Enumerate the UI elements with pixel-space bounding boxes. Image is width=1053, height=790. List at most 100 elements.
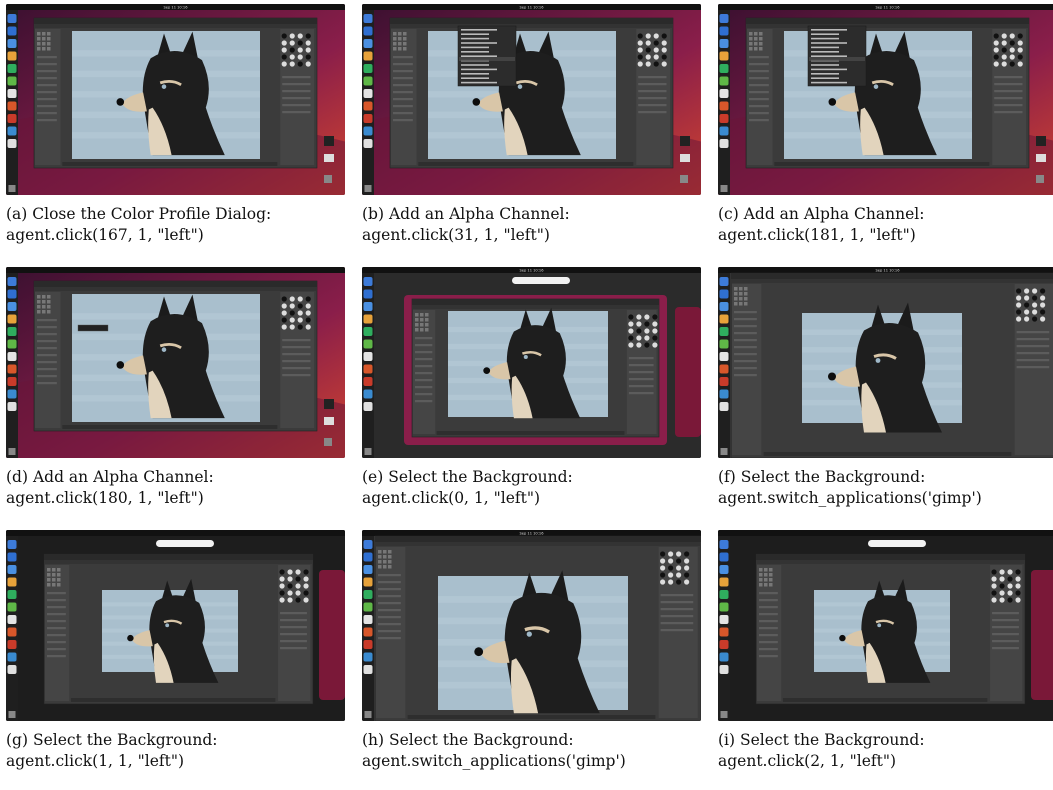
- gimp-titlebar: [44, 554, 313, 560]
- status-bar: [418, 162, 634, 166]
- app-grid-icon: [8, 185, 16, 192]
- gimp-menubar: [34, 24, 317, 28]
- top-bar: [6, 530, 345, 536]
- screenshot-thumbnail: Sep 11 10:16: [362, 530, 701, 721]
- overview-search: [156, 540, 214, 547]
- panel-caption: (c) Add an Alpha Channel: agent.click(181…: [718, 204, 1053, 246]
- dock-app-icon: [7, 302, 17, 311]
- dock-app-icon: [719, 364, 729, 374]
- desktop-file-icon: [1036, 154, 1046, 162]
- dock-app-icon: [719, 615, 729, 624]
- dock-app-icon: [363, 289, 373, 299]
- highlighted-menu-item: [459, 57, 515, 61]
- caption-step: Select the Background:: [388, 468, 573, 486]
- caption-label: (g): [6, 731, 29, 749]
- status-bar: [774, 162, 990, 166]
- dock-app-icon: [7, 277, 17, 286]
- caption-label: (a): [6, 205, 28, 223]
- panel-caption: (f) Select the Background: agent.switch_a…: [718, 467, 1053, 509]
- gimp-menubar: [731, 279, 1053, 283]
- panel-caption: (d) Add an Alpha Channel: agent.click(180…: [6, 467, 345, 509]
- panel-caption: (e) Select the Background: agent.click(0,…: [362, 467, 701, 509]
- clock-text: Sep 11 10:16: [520, 532, 545, 536]
- dock-app-icon: [7, 64, 17, 73]
- dock-app-icon: [719, 665, 729, 674]
- caption-step: Select the Background:: [740, 731, 925, 749]
- gimp-menubar: [412, 305, 659, 309]
- panel-caption: (a) Close the Color Profile Dialog: agent…: [6, 204, 345, 246]
- dock-app-icon: [719, 64, 729, 73]
- dock-app-icon: [7, 289, 17, 299]
- caption-step: Add an Alpha Channel:: [743, 205, 925, 223]
- gimp-titlebar: [746, 18, 1029, 24]
- dock-app-icon: [363, 114, 373, 123]
- status-bar: [763, 452, 1012, 456]
- dock-app-icon: [719, 126, 729, 136]
- dock-app-icon: [719, 89, 729, 98]
- caption-step: Add an Alpha Channel:: [32, 468, 214, 486]
- dock-app-icon: [363, 389, 373, 399]
- screenshot-thumbnail: [718, 530, 1053, 721]
- dock-app-icon: [7, 39, 17, 48]
- caption-step: Close the Color Profile Dialog:: [32, 205, 272, 223]
- gimp-menubar: [756, 560, 1025, 564]
- caption-title: (h) Select the Background:: [362, 730, 701, 751]
- caption-label: (i): [718, 731, 736, 749]
- screenshot-thumbnail: Sep 11 10:16: [362, 4, 701, 195]
- caption-action: agent.click(1, 1, "left"): [6, 752, 185, 770]
- dock-app-icon: [719, 577, 729, 587]
- dock-app-icon: [7, 14, 17, 23]
- dock-app-icon: [7, 389, 17, 399]
- clock-text: Sep 11 10:16: [876, 6, 901, 10]
- toolbox-panel: [732, 284, 762, 455]
- dock-app-icon: [7, 377, 17, 386]
- caption-title: (b) Add an Alpha Channel:: [362, 204, 701, 225]
- dock-app-icon: [719, 39, 729, 48]
- caption-action: agent.switch_applications('gimp'): [718, 489, 982, 507]
- dock-app-icon: [7, 652, 17, 662]
- caption-title: (a) Close the Color Profile Dialog:: [6, 204, 345, 225]
- screenshot-thumbnail: [6, 530, 345, 721]
- app-grid-icon: [720, 185, 728, 192]
- toolbox-panel: [376, 547, 406, 718]
- dock-app-icon: [7, 139, 17, 148]
- dock-app-icon: [363, 89, 373, 98]
- screenshot-thumbnail: [6, 267, 345, 458]
- dock-app-icon: [363, 615, 373, 624]
- dock-app-icon: [363, 76, 373, 86]
- dock-app-icon: [363, 552, 373, 562]
- dock-app-icon: [719, 314, 729, 324]
- tooltip: [77, 324, 109, 332]
- dock-app-icon: [719, 101, 729, 111]
- layer-menu: [807, 25, 867, 87]
- caption-step: Add an Alpha Channel:: [388, 205, 570, 223]
- dock-app-icon: [363, 139, 373, 148]
- status-bar: [62, 425, 278, 429]
- dock-app-icon: [7, 577, 17, 587]
- caption-label: (c): [718, 205, 739, 223]
- dock-app-icon: [363, 352, 373, 361]
- dock-app-icon: [363, 590, 373, 599]
- dock-app-icon: [719, 377, 729, 386]
- dock-app-icon: [7, 540, 17, 549]
- desktop-file-icon: [680, 136, 690, 146]
- gimp-titlebar: [731, 273, 1053, 279]
- status-bar: [70, 698, 276, 702]
- desktop-file-icon: [680, 154, 690, 162]
- caption-step: Select the Background:: [389, 731, 574, 749]
- dock-app-icon: [7, 126, 17, 136]
- caption-label: (d): [6, 468, 29, 486]
- dock-app-icon: [363, 627, 373, 637]
- dock-app-icon: [719, 652, 729, 662]
- dock-app-icon: [7, 615, 17, 624]
- panel-caption: (g) Select the Background: agent.click(1,…: [6, 730, 345, 772]
- caption-label: (f): [718, 468, 736, 486]
- status-bar: [407, 715, 656, 719]
- caption-title: (d) Add an Alpha Channel:: [6, 467, 345, 488]
- dock-app-icon: [7, 327, 17, 336]
- dock-app-icon: [363, 540, 373, 549]
- gimp-menubar: [746, 24, 1029, 28]
- dock-app-icon: [7, 352, 17, 361]
- dock-app-icon: [719, 339, 729, 349]
- clock-text: Sep 11 10:16: [520, 6, 545, 10]
